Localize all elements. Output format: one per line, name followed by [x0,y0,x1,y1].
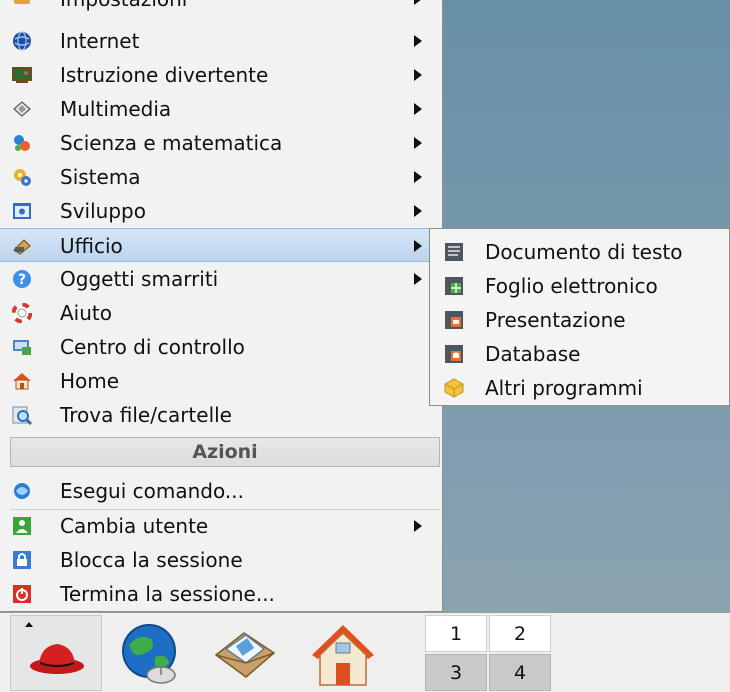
menu-item-label: Internet [60,29,140,53]
help-question-icon: ? [13,270,31,288]
email-envelope-icon[interactable] [210,619,280,689]
menu-item-label: Sviluppo [60,199,146,223]
control-center-icon [13,340,31,355]
menu-item-ufficio[interactable]: Ufficio [0,228,441,262]
run-command-icon [14,483,30,499]
svg-text:?: ? [18,272,26,288]
menu-item-multimedia[interactable]: Multimedia [0,92,441,126]
database-icon [445,345,463,363]
menu-item-label: Cambia utente [60,514,209,538]
find-files-icon [12,406,32,425]
office-icon [13,239,31,255]
submenu-item-altri-programmi[interactable]: Altri programmi [430,371,730,405]
blackboard-icon [12,67,32,83]
submenu-arrow-icon [414,0,422,5]
taskbar: 1 2 3 4 [0,612,730,692]
submenu-item-label: Altri programmi [485,376,643,400]
pager-desktop-2[interactable]: 2 [489,615,551,652]
logout-icon [13,585,31,603]
development-icon [13,203,31,219]
molecule-icon [14,135,30,151]
gears-icon [14,169,31,186]
home-folder-icon[interactable] [308,619,378,689]
browser-globe-icon[interactable] [115,619,185,689]
pager-desktop-3[interactable]: 3 [425,654,487,691]
actions-section-header: Azioni [10,437,440,467]
pager-desktop-4[interactable]: 4 [489,654,551,691]
submenu-arrow-icon [414,103,422,115]
menu-item-label: Centro di controllo [60,335,245,359]
submenu-item-database[interactable]: Database [430,337,730,371]
submenu-item-label: Foglio elettronico [485,274,658,298]
menu-item-label: Aiuto [60,301,112,325]
switch-user-icon [13,517,31,535]
submenu-arrow-icon [414,520,422,532]
menu-item-label: Istruzione divertente [60,63,269,87]
ufficio-submenu: Documento di testo Foglio elettronico Pr… [429,228,730,406]
menu-item-centro-controllo[interactable]: Centro di controllo [0,330,441,364]
submenu-item-foglio-elettronico[interactable]: Foglio elettronico [430,269,730,303]
text-document-icon [445,243,463,261]
submenu-arrow-icon [414,273,422,285]
menu-item-label: Home [60,369,120,393]
submenu-arrow-icon [414,35,422,47]
menu-item-blocca-sessione[interactable]: Blocca la sessione [0,543,441,577]
menu-item-home[interactable]: Home [0,364,441,398]
other-programs-icon [444,378,464,398]
submenu-item-documento-testo[interactable]: Documento di testo [430,235,730,269]
settings-icon [14,0,30,4]
menu-item-trova-file[interactable]: Trova file/cartelle [0,398,441,432]
menu-item-termina-sessione[interactable]: Termina la sessione... [0,577,441,611]
menu-item-scienza[interactable]: Scienza e matematica [0,126,441,160]
menu-item-internet[interactable]: Internet [0,24,441,58]
menu-item-label: Scienza e matematica [60,131,283,155]
menu-item-label: Esegui comando... [60,479,244,503]
pager-desktop-1[interactable]: 1 [425,615,487,652]
menu-item-oggetti-smarriti[interactable]: ? Oggetti smarriti [0,262,441,296]
home-icon [13,373,31,390]
menu-open-arrow-icon [25,622,33,627]
multimedia-icon [13,101,31,117]
presentation-icon [445,311,463,329]
submenu-arrow-icon [414,205,422,217]
k-menu-button[interactable] [10,615,102,691]
menu-item-label: Termina la sessione... [60,582,275,606]
lifebuoy-icon [12,303,32,323]
menu-item-label: Trova file/cartelle [60,403,232,427]
menu-item-sistema[interactable]: Sistema [0,160,441,194]
menu-item-label: Oggetti smarriti [60,267,219,291]
menu-item-sviluppo[interactable]: Sviluppo [0,194,441,228]
globe-icon [13,31,31,51]
menu-item-aiuto[interactable]: Aiuto [0,296,441,330]
k-menu: Impostazioni Internet Istruzione diverte… [0,0,443,612]
submenu-arrow-icon [414,69,422,81]
menu-item-esegui-comando[interactable]: Esegui comando... [0,474,441,508]
submenu-arrow-icon [414,137,422,149]
submenu-item-presentazione[interactable]: Presentazione [430,303,730,337]
desktop-pager: 1 2 3 4 [425,615,553,691]
submenu-item-label: Database [485,342,581,366]
menu-item-label: Multimedia [60,97,172,121]
menu-item-label: Sistema [60,165,141,189]
menu-item-impostazioni[interactable]: Impostazioni [0,0,441,16]
redhat-menu-icon [30,644,84,674]
submenu-item-label: Documento di testo [485,240,683,264]
menu-item-label: Blocca la sessione [60,548,243,572]
menu-item-istruzione[interactable]: Istruzione divertente [0,58,441,92]
lock-session-icon [13,551,31,569]
submenu-item-label: Presentazione [485,308,626,332]
menu-item-label: Impostazioni [60,0,187,11]
submenu-arrow-icon [414,171,422,183]
submenu-arrow-icon [414,240,422,252]
menu-item-label: Ufficio [60,234,123,258]
menu-item-cambia-utente[interactable]: Cambia utente [0,509,441,543]
spreadsheet-icon [445,277,463,295]
